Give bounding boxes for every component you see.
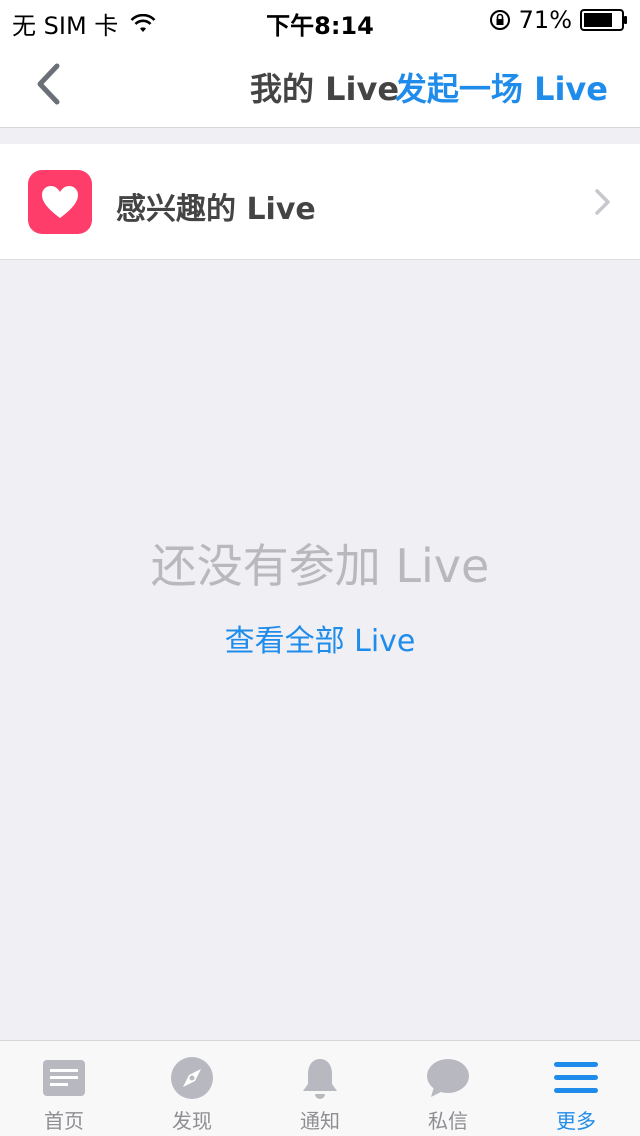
rotation-lock-icon	[489, 10, 510, 30]
interested-live-row[interactable]: 感兴趣的 Live	[0, 144, 640, 260]
view-all-live-link[interactable]: 查看全部 Live	[0, 616, 640, 660]
menu-icon	[554, 1062, 598, 1093]
tab-more[interactable]: 更多	[512, 1041, 640, 1136]
status-right: 71%	[489, 6, 628, 34]
home-feed-icon	[43, 1060, 85, 1096]
tab-label-notifications: 通知	[300, 1109, 340, 1133]
heart-icon	[42, 186, 78, 218]
tab-label-discover: 发现	[172, 1109, 212, 1133]
tab-bar: 首页 发现 通知 私信 更多	[0, 1040, 640, 1136]
bell-icon	[303, 1059, 337, 1099]
tab-messages[interactable]: 私信	[384, 1041, 512, 1136]
tab-discover[interactable]: 发现	[128, 1041, 256, 1136]
navigation-bar: 我的 Live 发起一场 Live	[0, 40, 640, 128]
page-title: 我的 Live	[250, 70, 400, 108]
compass-icon	[171, 1057, 213, 1099]
heart-tile	[28, 170, 92, 234]
empty-state-title: 还没有参加 Live	[150, 539, 490, 593]
interested-live-label: 感兴趣的 Live	[116, 192, 316, 227]
status-bar: 无 SIM 卡 下午8:14 71%	[0, 0, 640, 40]
battery-percent: 71%	[518, 6, 572, 34]
screen: 无 SIM 卡 下午8:14 71% 我的 Live 发起一场 Live 感兴趣…	[0, 0, 640, 1136]
back-button[interactable]	[28, 58, 68, 110]
start-live-button[interactable]: 发起一场 Live	[395, 64, 608, 110]
tab-home[interactable]: 首页	[0, 1041, 128, 1136]
chevron-right-icon	[595, 189, 610, 215]
tab-label-more: 更多	[556, 1109, 596, 1133]
tab-label-home: 首页	[44, 1109, 84, 1133]
chevron-left-icon	[37, 63, 60, 105]
chat-bubble-icon	[427, 1059, 469, 1097]
tab-notifications[interactable]: 通知	[256, 1041, 384, 1136]
battery-icon	[580, 9, 627, 31]
tab-label-messages: 私信	[428, 1109, 468, 1133]
